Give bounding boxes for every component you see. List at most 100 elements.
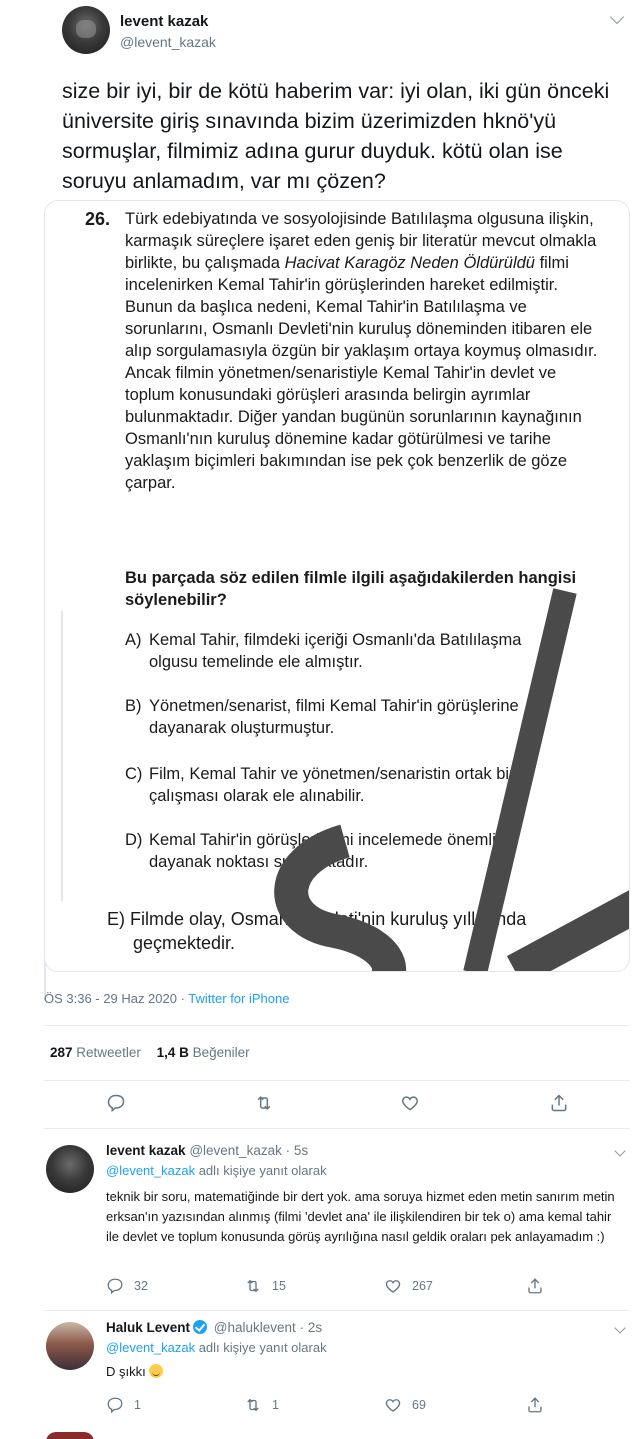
option-text-2: geçmektedir. (133, 933, 236, 953)
replying-to: @levent_kazak adlı kişiye yanıt olarak (106, 1340, 327, 1355)
exam-question: 26. Türk edebiyatında ve sosyolojisinde … (45, 201, 629, 971)
option-e: E) Filmde olay, Osmanlı Devleti'nin kuru… (107, 907, 617, 955)
retweet-count[interactable]: 287 (50, 1045, 73, 1060)
replying-label: adlı kişiye yanıt olarak (195, 1163, 327, 1178)
like-count[interactable]: 1,4 B (157, 1045, 189, 1060)
retweet-button[interactable]: 1 (244, 1396, 279, 1414)
share-icon (528, 1278, 542, 1294)
share-icon (528, 1397, 542, 1413)
share-icon (551, 1094, 567, 1112)
divider (44, 1080, 630, 1081)
tweet-actions (44, 1093, 630, 1117)
reply-text: teknik bir soru, matematiğinde bir dert … (106, 1189, 615, 1244)
reply-button[interactable] (106, 1093, 126, 1113)
like-label[interactable]: Beğeniler (193, 1045, 250, 1060)
option-letter: E) (107, 909, 125, 929)
reply-count: 1 (134, 1398, 141, 1412)
reply-tweet[interactable]: Haluk Levent @haluklevent · 2s @levent_k… (44, 1320, 630, 1420)
reply-count: 32 (134, 1279, 148, 1293)
option-text-2: olgusu temelinde ele almıştır. (149, 653, 363, 671)
reply-author-name[interactable]: Haluk Levent (106, 1320, 190, 1335)
replying-to: @levent_kazak adlı kişiye yanıt olarak (106, 1163, 327, 1178)
reply-text: D şıkkı (106, 1364, 146, 1379)
author-avatar[interactable] (62, 6, 110, 54)
like-button[interactable]: 69 (384, 1396, 426, 1414)
question-passage: Türk edebiyatında ve sosyolojisinde Batı… (125, 208, 605, 494)
reply-time[interactable]: · 5s (286, 1143, 309, 1158)
option-text-1: Filmde olay, Osmanlı Devleti'nin kuruluş… (130, 909, 527, 929)
share-button[interactable] (549, 1093, 569, 1113)
question-number: 26. (85, 209, 111, 229)
reply-text-line: D şıkkı (106, 1362, 626, 1382)
divider (44, 1025, 630, 1026)
share-button[interactable] (526, 1277, 544, 1295)
mention-link[interactable]: @levent_kazak (106, 1163, 195, 1178)
option-text-1: Yönetmen/senarist, filmi Kemal Tahir'in … (149, 697, 519, 715)
like-icon (385, 1280, 401, 1293)
avatar[interactable] (46, 1432, 94, 1439)
avatar[interactable] (46, 1322, 94, 1370)
reply-author-handle[interactable]: @haluklevent (214, 1320, 296, 1335)
tweet-time[interactable]: ÖS 3:36 - 29 Haz 2020 · (44, 991, 188, 1006)
tweet-photo[interactable]: 26. Türk edebiyatında ve sosyolojisinde … (44, 200, 630, 972)
reply-header: levent kazak @levent_kazak · 5s (106, 1143, 308, 1158)
option-text-2: dayanak noktası sunmaktadır. (149, 853, 369, 871)
reply-tweet[interactable]: levent kazak @levent_kazak · 5s @levent_… (44, 1143, 630, 1303)
reply-button[interactable]: 32 (106, 1277, 148, 1295)
like-icon (401, 1096, 419, 1111)
reply-time[interactable]: · 2s (300, 1320, 323, 1335)
option-text-1: Kemal Tahir, filmdeki içeriği Osmanlı'da… (149, 631, 522, 649)
reply-icon (107, 1094, 125, 1113)
divider (44, 1128, 630, 1129)
option-letter: C) (125, 765, 143, 783)
like-button[interactable] (400, 1093, 420, 1113)
like-button[interactable]: 267 (384, 1277, 433, 1295)
replying-label: adlı kişiye yanıt olarak (195, 1340, 327, 1355)
option-text-2: çalışması olarak ele alınabilir. (149, 787, 365, 805)
tweet-source[interactable]: Twitter for iPhone (188, 991, 289, 1006)
retweet-count: 15 (272, 1279, 286, 1293)
option-a: A) Kemal Tahir, filmdeki içeriği Osmanlı'… (125, 629, 625, 673)
retweet-count: 1 (272, 1398, 279, 1412)
option-text-1: Kemal Tahir'in görüşleri filmi incelemed… (149, 831, 519, 849)
retweet-icon (247, 1279, 259, 1293)
chevron-down-icon[interactable] (614, 1322, 626, 1334)
option-text-2: dayanarak oluşturmuştur. (149, 719, 335, 737)
reply-author-name[interactable]: levent kazak (106, 1143, 186, 1158)
reply-icon (107, 1278, 123, 1295)
option-letter: B) (125, 697, 142, 715)
option-b: B) Yönetmen/senarist, filmi Kemal Tahir'i… (125, 695, 625, 739)
option-text-1: Film, Kemal Tahir ve yönetmen/senaristin… (149, 765, 515, 783)
tweet-stats: 287 Retweetler 1,4 B Beğeniler (50, 1045, 250, 1060)
like-count: 267 (412, 1279, 433, 1293)
retweet-icon (247, 1398, 259, 1412)
smile-emoji-icon (149, 1364, 164, 1378)
page-fold (61, 611, 63, 901)
chevron-down-icon[interactable] (614, 1145, 626, 1157)
like-count: 69 (412, 1398, 426, 1412)
share-button[interactable] (526, 1396, 544, 1414)
like-icon (385, 1399, 401, 1412)
tweet-text: size bir iyi, bir de kötü haberim var: i… (62, 79, 610, 193)
mention-link[interactable]: @levent_kazak (106, 1340, 195, 1355)
option-c: C) Film, Kemal Tahir ve yönetmen/senarist… (125, 763, 625, 807)
chevron-down-icon[interactable] (609, 9, 625, 25)
option-letter: D) (125, 831, 143, 849)
retweet-icon (257, 1096, 271, 1110)
author-name[interactable]: levent kazak (120, 13, 208, 30)
retweet-label[interactable]: Retweetler (76, 1045, 141, 1060)
retweet-button[interactable]: 15 (244, 1277, 286, 1295)
divider (44, 1310, 630, 1311)
verified-badge-icon (193, 1320, 208, 1334)
reply-header: Haluk Levent @haluklevent · 2s (106, 1320, 322, 1335)
option-letter: A) (125, 631, 142, 649)
passage-part-2: filmi incelenirken Kemal Tahir'in görüşl… (125, 254, 598, 492)
reply-author-handle[interactable]: @levent_kazak (189, 1143, 282, 1158)
film-title: Hacivat Karagöz Neden Öldürüldü (284, 254, 535, 272)
avatar[interactable] (46, 1145, 94, 1193)
option-d: D) Kemal Tahir'in görüşleri filmi incelem… (125, 829, 625, 873)
question-prompt: Bu parçada söz edilen filmle ilgili aşağ… (125, 569, 577, 609)
author-handle[interactable]: @levent_kazak (120, 34, 216, 50)
retweet-button[interactable] (254, 1093, 274, 1113)
reply-button[interactable]: 1 (106, 1396, 141, 1414)
